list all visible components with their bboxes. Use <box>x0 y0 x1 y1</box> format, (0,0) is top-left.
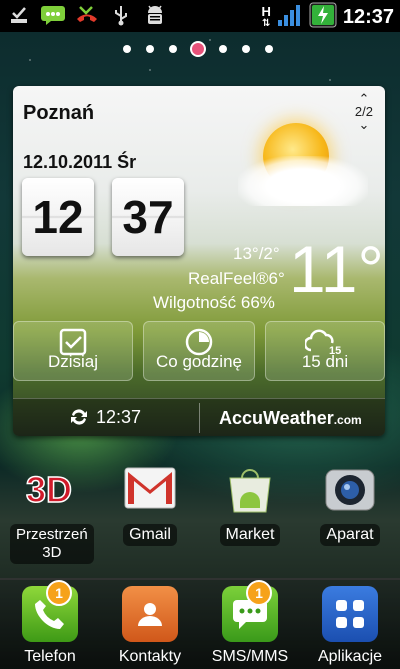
contacts-icon <box>122 586 178 642</box>
current-temperature: 11° <box>289 232 384 306</box>
accuweather-link[interactable]: AccuWeather.com <box>219 408 362 429</box>
city-name[interactable]: Poznań <box>23 102 94 125</box>
page-dot[interactable] <box>265 45 273 53</box>
refresh-button[interactable]: 12:37 <box>68 406 141 428</box>
page-dot[interactable] <box>219 45 227 53</box>
page-dot[interactable] <box>146 45 154 53</box>
app-label: Gmail <box>123 524 177 546</box>
min-max-temperature: 13°/2° <box>233 244 280 263</box>
svg-text:3D: 3D <box>26 469 72 510</box>
hourly-label: Co godzinę <box>155 352 242 371</box>
gmail-icon <box>122 460 178 516</box>
dock-label: Telefon <box>24 648 76 665</box>
usb-icon <box>108 3 134 27</box>
realfeel-temperature: RealFeel®6° <box>188 269 285 288</box>
system-status-icons: H ⇅ 12:37 <box>261 2 394 33</box>
15-day-label: 15 dni <box>301 352 349 371</box>
today-label: Dzisiaj <box>47 352 99 371</box>
hourly-button[interactable]: Co godzinę <box>143 321 255 381</box>
cloud-icon <box>238 156 368 206</box>
app-camera[interactable]: Aparat <box>310 460 390 546</box>
page-dot[interactable] <box>169 45 177 53</box>
last-update-time: 12:37 <box>96 406 142 427</box>
humidity: Wilgotność 66% <box>153 293 275 312</box>
camera-icon <box>322 460 378 516</box>
dock-apps[interactable]: Aplikacje <box>310 586 390 666</box>
network-type-label: H <box>261 3 271 19</box>
widget-date: 12.10.2011 Śr <box>23 152 137 172</box>
battery-charging-icon <box>309 2 337 33</box>
today-button[interactable]: Dzisiaj <box>13 321 133 381</box>
messaging-icon: 1 <box>222 580 278 642</box>
clock-minutes[interactable]: 37 <box>112 178 184 256</box>
page-dot[interactable] <box>123 45 131 53</box>
sms-icon <box>40 3 66 27</box>
app-gmail[interactable]: Gmail <box>110 460 190 546</box>
hspa-icon: H ⇅ <box>261 3 271 29</box>
app-label: Aparat <box>320 524 380 546</box>
app-label: Przestrzeń 3D <box>10 524 94 564</box>
market-icon <box>222 460 278 516</box>
status-bar[interactable]: H ⇅ 12:37 <box>0 0 400 32</box>
app-3d-space[interactable]: 3D Przestrzeń 3D <box>10 460 94 564</box>
download-done-icon <box>6 3 32 27</box>
dock-phone[interactable]: 1 Telefon <box>10 580 90 666</box>
apps-grid-icon <box>322 586 378 642</box>
messaging-badge: 1 <box>246 580 272 606</box>
widget-footer: 12:37 AccuWeather.com <box>13 398 385 436</box>
15-day-button[interactable]: 15 15 dni <box>265 321 385 381</box>
app-label: Market <box>219 524 281 546</box>
notification-icons <box>6 3 168 27</box>
phone-badge: 1 <box>46 580 72 606</box>
clock-hours[interactable]: 12 <box>22 178 94 256</box>
accuweather-brand: AccuWeather <box>219 408 334 428</box>
phone-icon: 1 <box>22 580 78 642</box>
dock: 1 Telefon Kontakty 1 SMS/MMS Aplikacje <box>0 578 400 669</box>
dock-messaging[interactable]: 1 SMS/MMS <box>210 580 290 666</box>
home-page-indicator[interactable] <box>123 43 273 55</box>
page-dot[interactable] <box>242 45 250 53</box>
dock-label: SMS/MMS <box>211 648 289 665</box>
app-label-line2: 3D <box>42 544 62 561</box>
widget-page-switcher[interactable]: ⌃ 2/2 ⌄ <box>355 92 373 131</box>
missed-call-icon <box>74 3 100 27</box>
weather-widget[interactable]: Poznań ⌃ 2/2 ⌄ 12.10.2011 Śr 12 37 13°/2… <box>13 86 385 436</box>
signal-icon <box>277 3 303 32</box>
app-label-line1: Przestrzeń <box>16 526 88 543</box>
3d-space-icon: 3D <box>22 460 78 516</box>
status-bar-clock: 12:37 <box>342 6 394 28</box>
refresh-icon <box>71 409 87 425</box>
accuweather-suffix: .com <box>333 413 362 427</box>
page-dot-active[interactable] <box>192 43 204 55</box>
app-market[interactable]: Market <box>210 460 290 546</box>
android-debug-icon <box>142 3 168 27</box>
dock-contacts[interactable]: Kontakty <box>110 586 190 666</box>
chevron-down-icon: ⌄ <box>358 117 370 132</box>
footer-divider <box>199 403 200 433</box>
dock-label: Kontakty <box>118 648 182 665</box>
dock-label: Aplikacje <box>317 648 383 665</box>
